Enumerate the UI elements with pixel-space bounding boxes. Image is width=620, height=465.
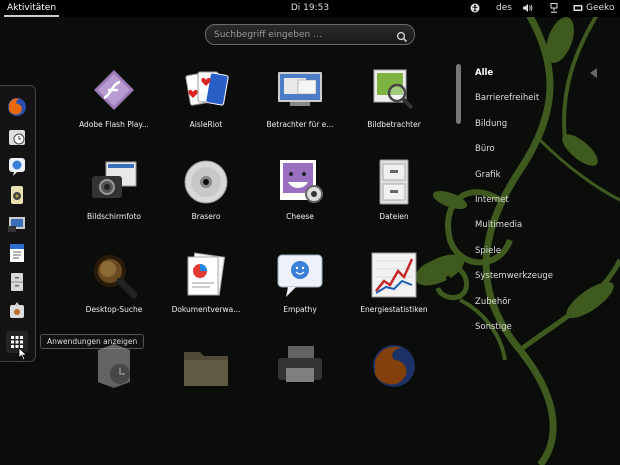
dash-item-firefox[interactable] xyxy=(6,96,28,118)
volume-icon[interactable] xyxy=(522,3,533,16)
screenshot-icon xyxy=(8,217,25,232)
dash-item-clock[interactable] xyxy=(6,126,28,148)
app-energiestatistiken[interactable]: Energiestatistiken xyxy=(348,251,440,341)
dash-item-screenshot[interactable] xyxy=(6,213,28,235)
mouse-cursor-icon xyxy=(18,347,28,361)
category-spiele[interactable]: Spiele xyxy=(475,246,501,256)
app-label: Empathy xyxy=(283,305,317,314)
category-sonstige[interactable]: Sonstige xyxy=(475,322,512,332)
chat-icon xyxy=(277,254,323,297)
image-viewer-icon xyxy=(373,69,414,110)
bottom-fade xyxy=(36,385,456,403)
category-internet[interactable]: Internet xyxy=(475,195,509,205)
dash-item-install[interactable] xyxy=(6,300,28,322)
app-label: Energiestatistiken xyxy=(360,305,428,314)
app-label: Betrachter für e... xyxy=(266,120,334,129)
clock-icon xyxy=(9,130,25,145)
app-label: Dokumentverwa... xyxy=(171,305,241,314)
app-aisleriot[interactable]: AisleRiot xyxy=(160,66,252,156)
category-systemwerkzeuge[interactable]: Systemwerkzeuge xyxy=(475,271,553,281)
firefox-icon xyxy=(8,98,26,116)
app-dokumentverwaltung[interactable]: Dokumentverwa... xyxy=(160,251,252,341)
magnifier-icon xyxy=(94,255,138,299)
app-label: Adobe Flash Play... xyxy=(79,120,149,129)
app-bildschirmfoto[interactable]: Bildschirmfoto xyxy=(68,158,160,248)
app-brasero[interactable]: Brasero xyxy=(160,158,252,248)
dash xyxy=(0,85,36,362)
category-zubehoer[interactable]: Zubehör xyxy=(475,297,511,307)
cheese-icon xyxy=(280,160,323,203)
selected-category-arrow-icon xyxy=(590,68,597,78)
dash-item-speaker[interactable] xyxy=(6,184,28,206)
network-icon[interactable] xyxy=(549,3,559,16)
writer-icon xyxy=(10,244,24,262)
monitor-icon xyxy=(278,72,322,106)
dash-item-files[interactable] xyxy=(6,271,28,293)
search-box[interactable] xyxy=(205,24,415,45)
graph-icon xyxy=(371,252,417,298)
app-label: Dateien xyxy=(379,212,409,221)
cards-icon xyxy=(185,71,229,106)
speaker-icon xyxy=(11,186,23,204)
app-adobe-flash-player[interactable]: Adobe Flash Play... xyxy=(68,66,160,156)
category-bildung[interactable]: Bildung xyxy=(475,119,507,129)
app-bildbetrachter[interactable]: Bildbetrachter xyxy=(348,66,440,156)
files-icon xyxy=(11,273,23,291)
category-barrierefreiheit[interactable]: Barrierefreiheit xyxy=(475,93,539,103)
keyboard-layout[interactable]: des xyxy=(496,3,512,13)
camera-icon xyxy=(92,161,137,198)
dash-item-empathy[interactable] xyxy=(6,155,28,177)
category-alle[interactable]: Alle xyxy=(475,68,493,78)
app-label: AisleRiot xyxy=(189,120,223,129)
dash-item-writer[interactable] xyxy=(6,242,28,264)
category-buero[interactable]: Büro xyxy=(475,144,495,154)
app-label: Bildbetrachter xyxy=(367,120,421,129)
app-empathy[interactable]: Empathy xyxy=(254,251,346,341)
category-multimedia[interactable]: Multimedia xyxy=(475,220,522,230)
disc-icon xyxy=(184,160,228,204)
category-grafik[interactable]: Grafik xyxy=(475,170,501,180)
app-dateien[interactable]: Dateien xyxy=(348,158,440,248)
empathy-icon xyxy=(9,158,25,176)
top-bar: Aktivitäten Di 19:53 des Geeko xyxy=(0,0,620,17)
folder-icon xyxy=(184,352,228,386)
accessibility-icon[interactable] xyxy=(470,3,480,16)
install-icon xyxy=(10,302,24,318)
printer-icon xyxy=(278,346,322,382)
app-label: Bildschirmfoto xyxy=(87,212,141,221)
user-name[interactable]: Geeko xyxy=(586,3,614,13)
app-betrachter[interactable]: Betrachter für e... xyxy=(254,66,346,156)
app-label: Cheese xyxy=(286,212,314,221)
backup-icon xyxy=(98,344,130,388)
flash-icon xyxy=(94,70,134,110)
user-icon[interactable] xyxy=(573,3,583,16)
firefox-icon xyxy=(373,345,415,387)
cabinet-icon xyxy=(379,159,409,205)
app-cheese[interactable]: Cheese xyxy=(254,158,346,248)
app-desktop-suche[interactable]: Desktop-Suche xyxy=(68,251,160,341)
app-grid-scrollbar[interactable] xyxy=(456,64,461,124)
app-label: Desktop-Suche xyxy=(85,305,143,314)
search-icon xyxy=(396,28,408,43)
documents-icon xyxy=(187,252,226,296)
search-input[interactable] xyxy=(214,27,394,42)
app-label: Brasero xyxy=(191,212,221,221)
